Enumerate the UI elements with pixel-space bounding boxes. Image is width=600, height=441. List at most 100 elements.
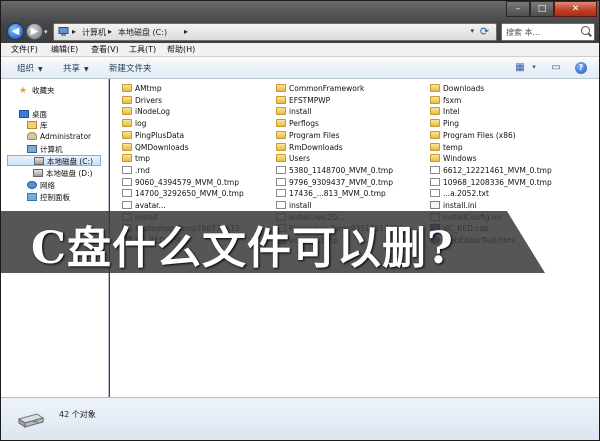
nav-drive-c[interactable]: 本地磁盘 (C:)	[7, 155, 101, 166]
file-item[interactable]: 5380_1148700_MVM_0.tmp	[276, 165, 426, 178]
file-name: Drivers	[135, 95, 162, 105]
file-item[interactable]: 14700_3292650_MVM_0.tmp	[122, 189, 272, 201]
nav-network[interactable]: 网络	[27, 180, 55, 191]
nav-desktop[interactable]: 桌面	[19, 109, 47, 120]
doc-icon	[122, 165, 132, 174]
folder-item[interactable]: AMtmp	[122, 84, 272, 96]
organize-button[interactable]: 组织 ▼	[17, 62, 43, 74]
user-icon	[27, 132, 37, 140]
forward-button[interactable]: ▶	[26, 23, 43, 40]
file-name: CommonFramework	[289, 84, 365, 93]
search-input[interactable]: 搜索 本...	[501, 23, 595, 41]
menu-edit[interactable]: 编辑(E)	[51, 44, 78, 55]
folder-icon	[430, 130, 440, 139]
preview-pane-icon[interactable]: ▭	[549, 61, 563, 74]
help-icon[interactable]: ?	[575, 62, 587, 74]
network-icon	[27, 181, 37, 189]
nav-user[interactable]: Administrator	[27, 132, 91, 143]
folder-icon	[430, 119, 440, 128]
file-item[interactable]: 9796_9309437_MVM_0.tmp	[276, 177, 426, 190]
breadcrumb-separator[interactable]: ▸	[184, 27, 188, 36]
doc-icon	[122, 177, 132, 186]
back-button[interactable]: ◀	[7, 23, 24, 40]
file-item[interactable]: 6612_12221461_MVM_0.tmp	[430, 165, 580, 178]
folder-icon	[430, 154, 440, 163]
breadcrumb-computer[interactable]: 计算机	[82, 27, 106, 38]
nav-control-panel[interactable]: 控制面板	[27, 192, 70, 203]
computer-icon	[27, 145, 37, 153]
new-folder-button[interactable]: 新建文件夹	[109, 62, 152, 74]
breadcrumb-separator[interactable]: ▸	[108, 27, 112, 36]
folder-item[interactable]: EFSTMPWP	[276, 95, 426, 108]
share-button[interactable]: 共享 ▼	[63, 62, 89, 74]
file-item[interactable]: .rnd	[122, 165, 272, 178]
folder-item[interactable]: Ping	[430, 119, 580, 131]
file-name: Users	[289, 154, 311, 164]
address-dropdown-icon[interactable]: ▾	[470, 27, 474, 35]
folder-item[interactable]: Intel	[430, 107, 580, 119]
menu-view[interactable]: 查看(V)	[91, 44, 119, 55]
folder-item[interactable]: iNodeLog	[122, 107, 272, 119]
file-name: Ping	[443, 119, 459, 129]
address-bar[interactable]: ▸ 计算机 ▸ 本地磁盘 (C:) ▸ ▾ ⟳	[53, 23, 497, 41]
folder-icon	[276, 119, 286, 128]
folder-item[interactable]: CommonFramework	[276, 84, 426, 96]
nav-library[interactable]: 库	[27, 120, 48, 131]
file-item[interactable]: 10968_1208336_MVM_0.tmp	[430, 177, 580, 190]
computer-icon	[58, 27, 69, 36]
doc-icon	[430, 189, 440, 198]
file-item[interactable]: 17436_...813_MVM_0.tmp	[276, 189, 426, 201]
minimize-button[interactable]: –	[506, 1, 530, 17]
nav-computer[interactable]: 计算机	[27, 144, 63, 155]
recent-pages-dropdown[interactable]: ▾	[44, 28, 48, 36]
library-icon	[27, 121, 37, 129]
view-dropdown-icon[interactable]: ▾	[527, 61, 541, 74]
file-name: 9060_4394579_MVM_0.tmp	[135, 177, 239, 187]
breadcrumb-drive-c[interactable]: 本地磁盘 (C:)	[118, 27, 167, 38]
file-item[interactable]: 9060_4394579_MVM_0.tmp	[122, 177, 272, 190]
folder-item[interactable]: Program Files	[276, 130, 426, 143]
nav-label: 计算机	[40, 145, 63, 154]
nav-label: 网络	[40, 181, 55, 190]
nav-favorites[interactable]: ★ 收藏夹	[19, 85, 55, 96]
breadcrumb-separator[interactable]: ▸	[72, 27, 76, 36]
maximize-button[interactable]: □	[530, 1, 554, 17]
chevron-down-icon: ▼	[84, 66, 89, 73]
file-name: fsxm	[443, 95, 462, 105]
menu-tools[interactable]: 工具(T)	[129, 44, 156, 55]
nav-drive-d[interactable]: 本地磁盘 (D:)	[33, 168, 93, 179]
refresh-icon[interactable]: ⟳	[477, 25, 492, 39]
file-item[interactable]: ...a.2052.txt	[430, 189, 580, 201]
doc-icon	[276, 177, 286, 186]
folder-item[interactable]: Program Files (x86)	[430, 130, 580, 143]
view-options-icon[interactable]: ▦	[513, 61, 527, 74]
file-name: install	[289, 107, 312, 117]
file-name: 10968_1208336_MVM_0.tmp	[443, 177, 552, 187]
menu-file[interactable]: 文件(F)	[11, 44, 38, 55]
folder-item[interactable]: Users	[276, 154, 426, 166]
file-name: .rnd	[135, 165, 150, 175]
file-name: 14700_3292650_MVM_0.tmp	[135, 189, 244, 199]
file-name: Perflogs	[289, 119, 319, 129]
menu-help[interactable]: 帮助(H)	[167, 44, 195, 55]
folder-item[interactable]: install	[276, 107, 426, 119]
file-name: 9796_9309437_MVM_0.tmp	[289, 177, 393, 187]
folder-item[interactable]: tmp	[122, 154, 272, 166]
doc-icon	[276, 189, 286, 198]
star-icon: ★	[19, 86, 28, 96]
search-icon[interactable]	[581, 26, 590, 35]
folder-item[interactable]: Downloads	[430, 84, 580, 96]
folder-item[interactable]: log	[122, 119, 272, 131]
folder-item[interactable]: Windows	[430, 154, 580, 166]
folder-item[interactable]: PingPlusData	[122, 130, 272, 143]
overlay-title: C盘什么文件可以删?	[31, 223, 454, 274]
file-name: install.ini	[443, 201, 477, 210]
folder-item[interactable]: temp	[430, 142, 580, 155]
folder-item[interactable]: RmDownloads	[276, 142, 426, 155]
folder-item[interactable]: QMDownloads	[122, 142, 272, 155]
close-button[interactable]: ✕	[554, 1, 597, 17]
file-name: PingPlusData	[135, 130, 185, 140]
folder-item[interactable]: fsxm	[430, 95, 580, 108]
folder-item[interactable]: Drivers	[122, 95, 272, 108]
folder-item[interactable]: Perflogs	[276, 119, 426, 131]
